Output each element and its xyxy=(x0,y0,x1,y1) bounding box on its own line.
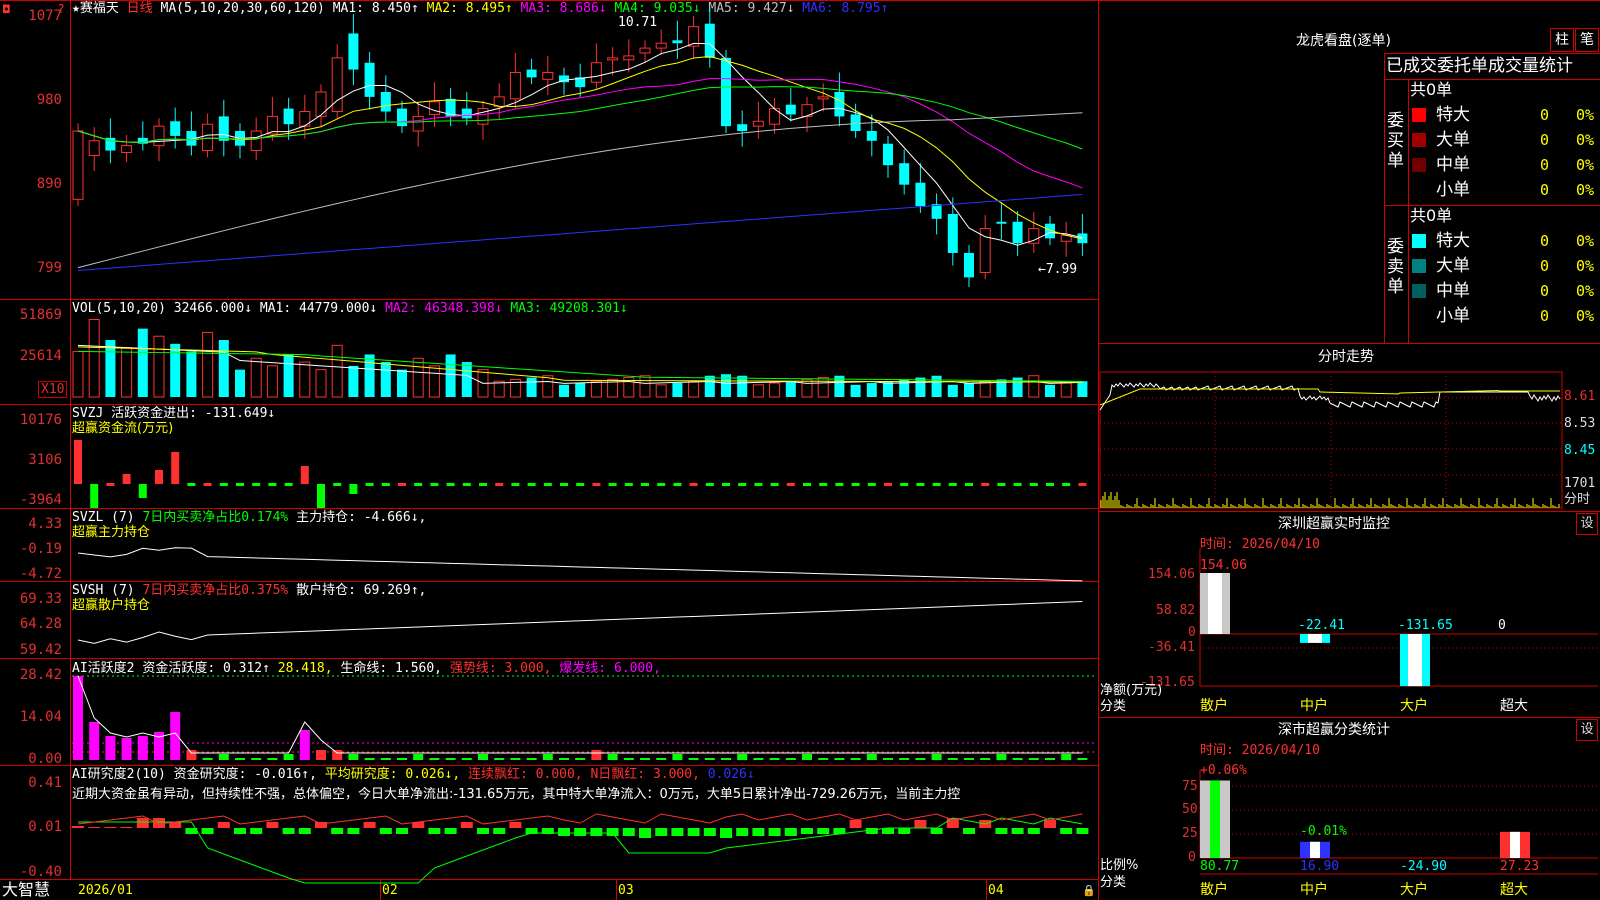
classify-bar xyxy=(1300,841,1330,858)
classify-chart xyxy=(1199,770,1598,875)
classify-bar xyxy=(1200,780,1230,858)
classify-bar xyxy=(1500,831,1530,858)
